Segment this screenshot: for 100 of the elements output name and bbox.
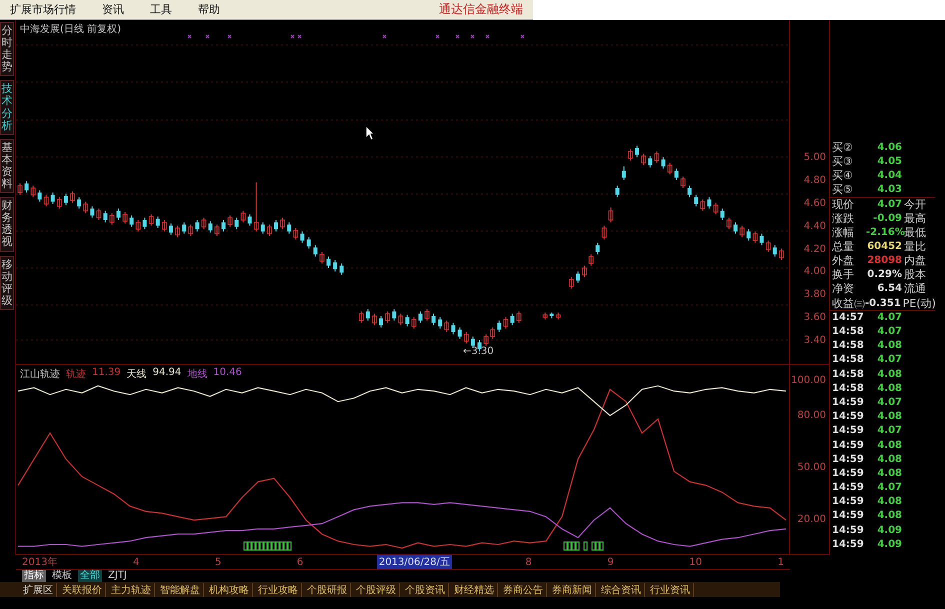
menu-item[interactable]: 工具 <box>150 2 172 17</box>
tick-time: 14:59 <box>832 496 865 508</box>
candlestick <box>398 313 404 326</box>
candlestick <box>379 316 384 328</box>
bid-price: 4.04 <box>876 170 902 181</box>
bottom-tab[interactable]: 个股评级 <box>353 582 400 596</box>
stat-value: 60452 <box>866 240 902 252</box>
date-axis-label: 10 <box>688 556 704 568</box>
tick-time: 14:59 <box>832 510 865 522</box>
candlestick <box>77 196 82 210</box>
bottom-tab[interactable]: 行业资讯 <box>647 582 694 596</box>
legend-value: 10.46 <box>213 367 242 380</box>
candlestick <box>195 220 200 232</box>
bottom-tab[interactable]: 综合资讯 <box>598 582 645 596</box>
candlestick <box>221 220 226 232</box>
tick-price: 4.08 <box>876 411 902 422</box>
stat-value: -0.351 <box>865 298 901 309</box>
bid-label: 买② <box>832 140 854 155</box>
candlestick <box>44 194 49 207</box>
indicator-tab[interactable]: 模板 <box>50 570 74 582</box>
candlestick <box>70 190 75 204</box>
menu-item[interactable]: 帮助 <box>198 2 220 17</box>
side-tab[interactable]: 财务透视 <box>0 197 14 252</box>
candlestick <box>392 308 396 322</box>
menu-item[interactable]: 资讯 <box>102 2 124 17</box>
indicator-name: 江山轨迹 <box>20 368 60 381</box>
candlestick <box>582 265 587 278</box>
candlestick <box>746 228 751 242</box>
bottom-tab[interactable]: 机构攻略 <box>206 582 253 596</box>
side-tab[interactable]: 分时走势 <box>0 22 14 76</box>
tick-time: 14:58 <box>832 368 865 380</box>
tick-time: 14:59 <box>832 538 865 550</box>
candlestick <box>458 326 462 340</box>
stat-label: 最高 <box>904 210 926 226</box>
low-price-label: ←3.30 <box>463 346 494 357</box>
candlestick <box>438 316 442 330</box>
bottom-tab[interactable]: 扩展区 <box>20 582 57 596</box>
candlestick <box>635 145 640 158</box>
candlestick <box>713 202 718 215</box>
indicator-tab[interactable]: 全部 <box>78 570 102 582</box>
price-axis-label: 4.60 <box>802 196 826 210</box>
tick-time: 14:57 <box>832 312 865 324</box>
candlestick <box>779 248 784 260</box>
tick-time: 14:59 <box>832 425 865 436</box>
candlestick <box>182 222 186 234</box>
tick-price: 4.07 <box>876 312 902 324</box>
candlestick <box>418 310 422 324</box>
stat-label: 涨幅 <box>832 224 855 240</box>
tick-time: 14:58 <box>832 382 865 394</box>
candlestick <box>96 208 102 220</box>
tick-time: 14:59 <box>832 396 865 408</box>
stat-value: 28098 <box>866 255 902 266</box>
candlestick <box>740 225 744 238</box>
candlestick <box>260 222 265 234</box>
candlestick <box>267 224 272 236</box>
tick-price: 4.07 <box>876 326 902 338</box>
indicator-tab[interactable]: 指标 <box>22 570 46 582</box>
bottom-tab[interactable]: 行业攻略 <box>255 582 302 596</box>
candlestick <box>667 162 672 175</box>
candlestick <box>760 233 764 246</box>
bottom-tab[interactable]: 个股研报 <box>304 582 351 596</box>
candlestick <box>103 210 108 223</box>
bottom-tab[interactable]: 券商新闻 <box>549 582 596 596</box>
bottom-tab[interactable]: 智能解盘 <box>157 582 204 596</box>
side-tab[interactable]: 技术分析 <box>0 80 14 135</box>
stat-label: 涨跌 <box>832 210 855 226</box>
candlestick <box>451 322 456 335</box>
candlestick <box>641 153 646 166</box>
candlestick <box>333 260 338 272</box>
tick-time: 14:59 <box>832 440 865 451</box>
tick-price: 4.07 <box>876 482 902 494</box>
candlestick <box>208 220 212 234</box>
date-axis-label: 2013/06/28/五 <box>376 555 452 569</box>
stat-value: 4.07 <box>876 198 902 210</box>
candlestick <box>248 214 252 226</box>
candlestick <box>175 225 180 238</box>
bottom-tab[interactable]: 主力轨迹 <box>108 582 155 596</box>
candlestick <box>148 214 154 226</box>
candlestick <box>444 320 450 332</box>
tick-price: 4.08 <box>876 496 902 508</box>
menu-item[interactable]: 扩展市场行情 <box>10 2 76 17</box>
stat-label: 总量 <box>832 238 855 254</box>
candlestick <box>240 210 246 223</box>
candlestick <box>38 190 42 202</box>
price-axis-label: 3.60 <box>802 311 826 324</box>
candlestick <box>130 214 134 228</box>
bottom-tab[interactable]: 财经精选 <box>451 582 498 596</box>
bottom-tab[interactable]: 个股资讯 <box>402 582 449 596</box>
side-tab[interactable]: 移动评级 <box>0 256 14 310</box>
app-title: 通达信金融终端 <box>439 1 523 18</box>
tick-price: 4.09 <box>876 538 902 550</box>
indicator-tab[interactable]: ZJTJ <box>106 570 129 582</box>
bottom-tab[interactable]: 关联报价 <box>59 582 106 596</box>
bottom-tab[interactable]: 券商公告 <box>500 582 547 596</box>
price-axis-label: 3.40 <box>802 334 826 347</box>
tick-price: 4.08 <box>876 454 902 465</box>
side-tab[interactable]: 基本资料 <box>0 138 14 194</box>
candlestick <box>588 254 594 266</box>
candlestick <box>510 313 514 326</box>
candlestick <box>602 225 607 240</box>
